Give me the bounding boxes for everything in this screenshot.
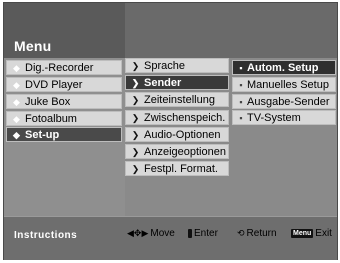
diamond-icon: ◆	[13, 80, 20, 90]
diamond-icon: ◆	[13, 114, 20, 124]
arrows-icon: ◀✥▶	[127, 228, 149, 238]
hint-exit: Menu Exit	[291, 228, 332, 239]
square-bullet-icon: ▪	[239, 80, 243, 90]
chevron-right-icon: ❯	[131, 130, 140, 140]
menu-item-label: Fotoalbum	[25, 113, 77, 125]
menu-item-label: DVD Player	[25, 79, 83, 91]
option-label: TV-System	[247, 112, 301, 124]
chevron-right-icon: ❯	[131, 78, 140, 88]
menu-item-set-up[interactable]: ◆ Set-up	[6, 127, 122, 142]
instructions-label: Instructions	[14, 230, 78, 241]
menu-item-label: Dig.-Recorder	[25, 62, 94, 74]
menu-item-dig-recorder[interactable]: ◆ Dig.-Recorder	[6, 60, 122, 75]
menu-item-label: Set-up	[25, 129, 60, 141]
instructions-bar: Instructions ◀✥▶ Move Enter ⟲ Return Men…	[4, 216, 337, 260]
hint-return: ⟲ Return	[237, 228, 277, 239]
submenu-item-sender[interactable]: ❯ Sender	[125, 75, 229, 90]
menu-item-juke-box[interactable]: ◆ Juke Box	[6, 94, 122, 109]
submenu-item-festpl-format[interactable]: ❯ Festpl. Format.	[125, 161, 229, 176]
diamond-icon: ◆	[13, 130, 20, 140]
title-bar: Menu	[4, 3, 125, 58]
screen: Menu ◆ Dig.-Recorder ◆ DVD Player ◆ Juke Bo…	[0, 0, 340, 263]
return-icon: ⟲	[237, 228, 245, 238]
square-bullet-icon: ▪	[239, 97, 243, 107]
option-label: Autom. Setup	[247, 62, 319, 74]
submenu-item-label: Zeiteinstellung	[144, 94, 215, 106]
square-bullet-icon: ▪	[239, 63, 243, 73]
enter-key-icon	[188, 229, 192, 238]
submenu-item-audio-optionen[interactable]: ❯ Audio-Optionen	[125, 127, 229, 142]
submenu-item-sprache[interactable]: ❯ Sprache	[125, 58, 229, 73]
chevron-right-icon: ❯	[131, 61, 140, 71]
hint-enter: Enter	[188, 228, 218, 239]
hint-enter-label: Enter	[194, 228, 218, 239]
option-autom-setup[interactable]: ▪ Autom. Setup	[232, 60, 336, 75]
submenu-item-label: Audio-Optionen	[144, 129, 221, 141]
submenu-item-label: Sprache	[144, 60, 185, 72]
hint-exit-label: Exit	[315, 228, 332, 239]
diamond-icon: ◆	[13, 63, 20, 73]
menu-item-label: Juke Box	[25, 96, 71, 108]
chevron-right-icon: ❯	[131, 164, 140, 174]
chevron-right-icon: ❯	[131, 95, 140, 105]
submenu-item-label: Anzeigeoptionen	[144, 146, 226, 158]
option-label: Manuelles Setup	[247, 79, 329, 91]
submenu-item-label: Sender	[144, 77, 182, 89]
title-bar-right	[125, 3, 337, 58]
submenu-item-label: Zwischenspeich.	[144, 112, 226, 124]
option-manuelles-setup[interactable]: ▪ Manuelles Setup	[232, 77, 336, 92]
menu-item-fotoalbum[interactable]: ◆ Fotoalbum	[6, 111, 122, 126]
hint-move-label: Move	[150, 228, 175, 239]
chevron-right-icon: ❯	[131, 147, 140, 157]
submenu-item-anzeigeoptionen[interactable]: ❯ Anzeigeoptionen	[125, 144, 229, 159]
submenu-item-label: Festpl. Format.	[144, 163, 218, 175]
hint-return-label: Return	[246, 228, 277, 239]
chevron-right-icon: ❯	[131, 113, 140, 123]
submenu-item-zeiteinstellung[interactable]: ❯ Zeiteinstellung	[125, 92, 229, 107]
menu-key-icon: Menu	[291, 229, 314, 238]
menu-item-dvd-player[interactable]: ◆ DVD Player	[6, 77, 122, 92]
hint-move: ◀✥▶ Move	[127, 228, 175, 239]
menu-title: Menu	[14, 38, 52, 54]
option-tv-system[interactable]: ▪ TV-System	[232, 110, 336, 125]
option-ausgabe-sender[interactable]: ▪ Ausgabe-Sender	[232, 94, 336, 109]
diamond-icon: ◆	[13, 97, 20, 107]
submenu-item-zwischenspeich[interactable]: ❯ Zwischenspeich.	[125, 110, 229, 125]
option-label: Ausgabe-Sender	[247, 96, 330, 108]
square-bullet-icon: ▪	[239, 113, 243, 123]
